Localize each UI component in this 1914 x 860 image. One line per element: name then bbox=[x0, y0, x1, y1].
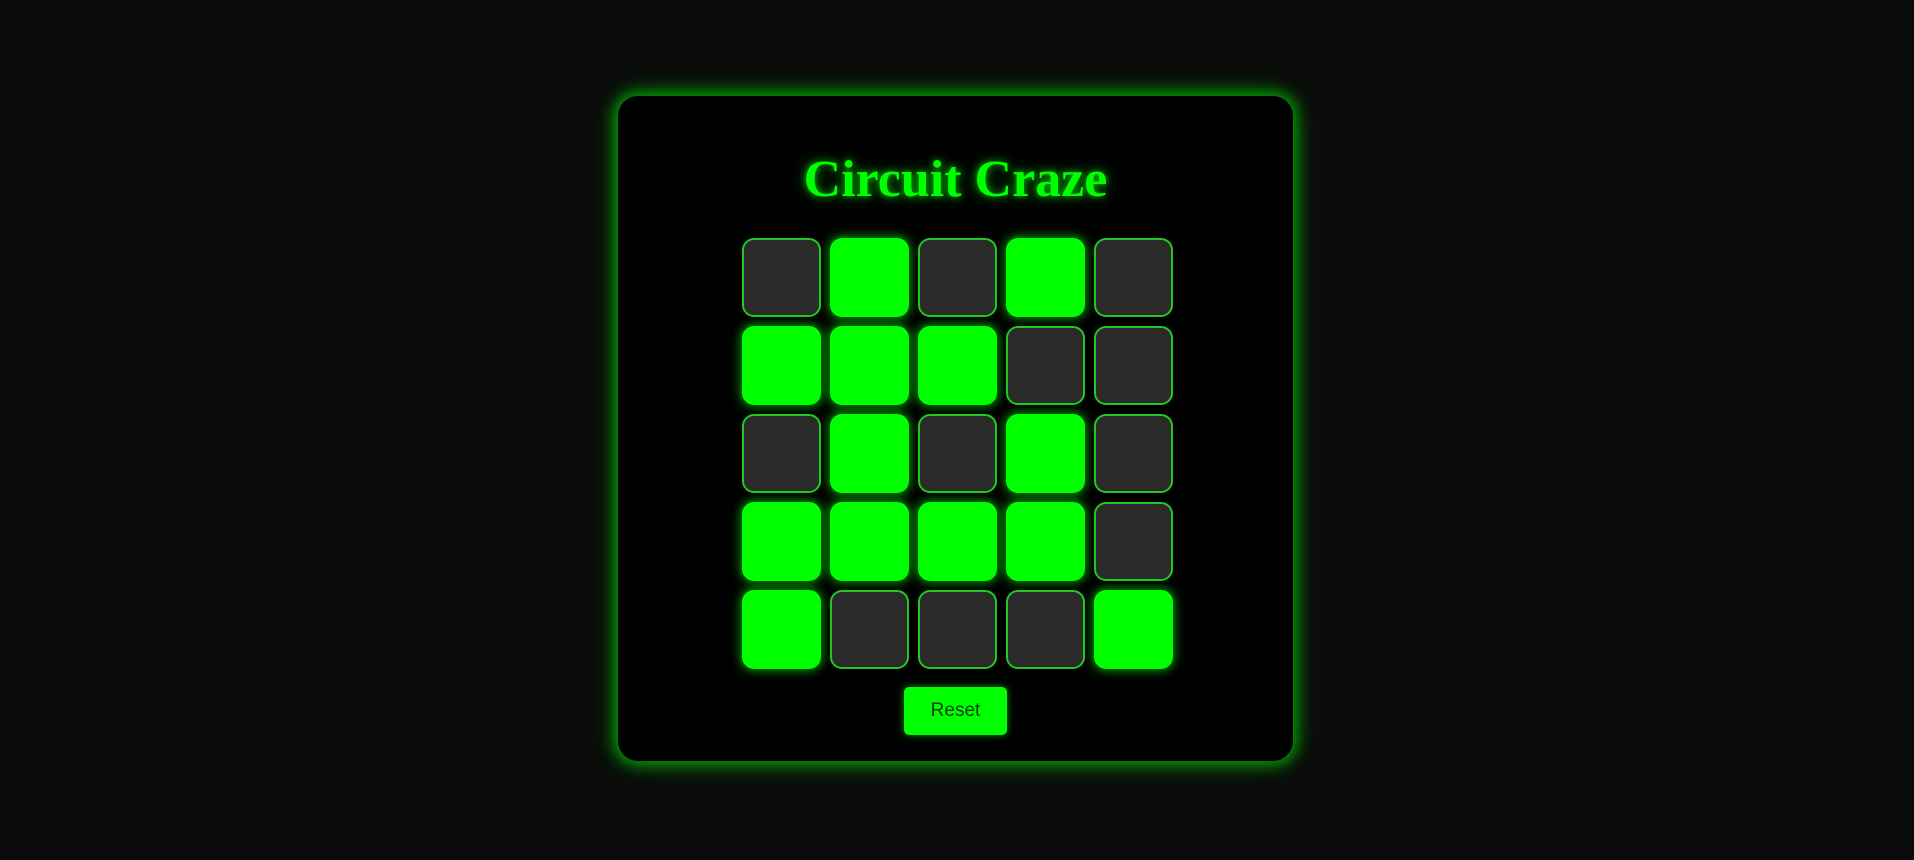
light-cell-r4-c1[interactable] bbox=[742, 502, 821, 581]
light-cell-r3-c1[interactable] bbox=[742, 414, 821, 493]
light-cell-r4-c4[interactable] bbox=[1006, 502, 1085, 581]
light-cell-r1-c2[interactable] bbox=[830, 238, 909, 317]
light-cell-r5-c2[interactable] bbox=[830, 590, 909, 669]
light-cell-r3-c4[interactable] bbox=[1006, 414, 1085, 493]
light-cell-r2-c4[interactable] bbox=[1006, 326, 1085, 405]
light-cell-r4-c3[interactable] bbox=[918, 502, 997, 581]
light-cell-r5-c4[interactable] bbox=[1006, 590, 1085, 669]
light-cell-r1-c5[interactable] bbox=[1094, 238, 1173, 317]
reset-button[interactable]: Reset bbox=[904, 687, 1007, 735]
light-cell-r5-c1[interactable] bbox=[742, 590, 821, 669]
light-cell-r2-c3[interactable] bbox=[918, 326, 997, 405]
light-cell-r3-c3[interactable] bbox=[918, 414, 997, 493]
light-cell-r1-c1[interactable] bbox=[742, 238, 821, 317]
game-panel: Circuit Craze Reset bbox=[618, 96, 1293, 761]
light-grid bbox=[742, 238, 1173, 669]
light-cell-r2-c2[interactable] bbox=[830, 326, 909, 405]
light-cell-r5-c5[interactable] bbox=[1094, 590, 1173, 669]
light-cell-r4-c5[interactable] bbox=[1094, 502, 1173, 581]
light-cell-r2-c1[interactable] bbox=[742, 326, 821, 405]
light-cell-r5-c3[interactable] bbox=[918, 590, 997, 669]
light-cell-r3-c5[interactable] bbox=[1094, 414, 1173, 493]
light-cell-r3-c2[interactable] bbox=[830, 414, 909, 493]
light-cell-r4-c2[interactable] bbox=[830, 502, 909, 581]
light-cell-r1-c3[interactable] bbox=[918, 238, 997, 317]
game-title: Circuit Craze bbox=[803, 151, 1108, 208]
light-cell-r1-c4[interactable] bbox=[1006, 238, 1085, 317]
light-cell-r2-c5[interactable] bbox=[1094, 326, 1173, 405]
